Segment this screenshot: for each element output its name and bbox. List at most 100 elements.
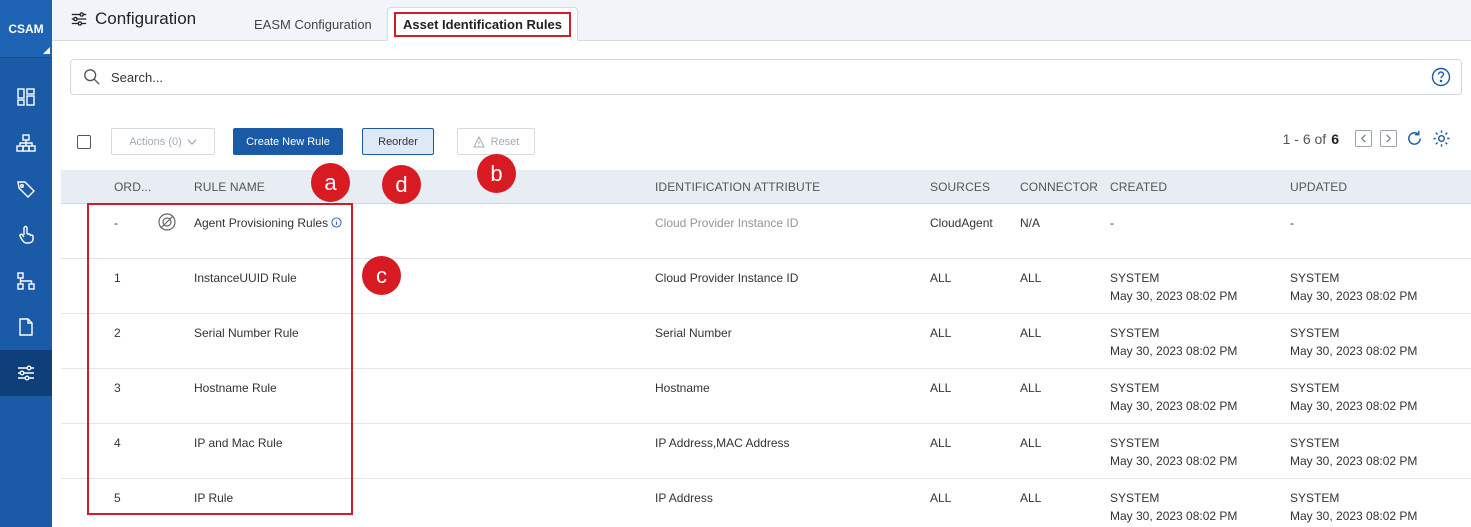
- sidebar-item-documents[interactable]: [0, 304, 52, 350]
- cell-sources: ALL: [930, 326, 952, 340]
- chevron-down-icon: [187, 139, 197, 145]
- main-content: Search... Actions (0) Create New Rule Re…: [52, 41, 1471, 527]
- brand-corner-indicator: [43, 47, 50, 54]
- sidebar-item-configuration[interactable]: [0, 350, 52, 396]
- cell-order: -: [114, 216, 118, 230]
- cell-rule-name[interactable]: Agent Provisioning Rules: [194, 214, 342, 232]
- sidebar-item-tags[interactable]: [0, 166, 52, 212]
- updated-date: May 30, 2023 08:02 PM: [1290, 399, 1418, 413]
- created-date: May 30, 2023 08:02 PM: [1110, 289, 1238, 303]
- rule-name-text: Agent Provisioning Rules: [194, 216, 329, 230]
- created-by: SYSTEM: [1110, 491, 1160, 505]
- page-title-text: Configuration: [95, 9, 197, 28]
- cell-order: 2: [114, 326, 121, 340]
- column-header-connector[interactable]: CONNECTOR: [1020, 180, 1098, 194]
- cell-created: SYSTEM May 30, 2023 08:02 PM: [1110, 269, 1237, 305]
- cell-connector: N/A: [1020, 216, 1041, 230]
- refresh-icon[interactable]: [1405, 129, 1424, 148]
- updated-by: SYSTEM: [1290, 436, 1340, 450]
- pagination: 1 - 6 of 6: [1283, 129, 1451, 148]
- updated-date: May 30, 2023 08:02 PM: [1290, 344, 1418, 358]
- brand-label: CSAM: [8, 21, 44, 36]
- hierarchy-icon: [17, 272, 35, 290]
- cell-updated: SYSTEM May 30, 2023 08:02 PM: [1290, 269, 1417, 305]
- select-all-checkbox[interactable]: [77, 135, 91, 149]
- table-row[interactable]: - Agent Provisioning Rules Cloud Provide…: [61, 204, 1471, 259]
- cell-updated: SYSTEM May 30, 2023 08:02 PM: [1290, 324, 1417, 360]
- help-icon[interactable]: [1431, 67, 1451, 87]
- cell-connector: ALL: [1020, 326, 1042, 340]
- annotation-marker-a: a: [311, 163, 350, 202]
- search-bar[interactable]: Search...: [70, 59, 1462, 95]
- cell-connector: ALL: [1020, 381, 1042, 395]
- cell-created: SYSTEM May 30, 2023 08:02 PM: [1110, 434, 1237, 470]
- cell-created: -: [1110, 214, 1114, 232]
- column-header-order[interactable]: ORD...: [114, 180, 151, 194]
- tab-easm-configuration[interactable]: EASM Configuration: [238, 7, 388, 41]
- table-header: ORD... RULE NAME IDENTIFICATION ATTRIBUT…: [61, 170, 1471, 204]
- column-header-created[interactable]: CREATED: [1110, 180, 1167, 194]
- pager-range: 1 - 6 of: [1282, 130, 1327, 147]
- page-title: Configuration: [70, 9, 196, 29]
- sidebar-item-touch[interactable]: [0, 212, 52, 258]
- cell-order: 3: [114, 381, 121, 395]
- created-date: May 30, 2023 08:02 PM: [1110, 454, 1238, 468]
- table-row[interactable]: 3 Hostname Rule Hostname ALL ALL SYSTEM M…: [61, 369, 1471, 424]
- cell-identification-attribute: Cloud Provider Instance ID: [655, 216, 799, 230]
- touch-icon: [19, 225, 34, 244]
- next-page-button[interactable]: [1380, 130, 1397, 147]
- info-icon[interactable]: [331, 217, 342, 228]
- column-header-updated[interactable]: UPDATED: [1290, 180, 1347, 194]
- table-row[interactable]: 4 IP and Mac Rule IP Address,MAC Address…: [61, 424, 1471, 479]
- assets-icon: [16, 134, 36, 152]
- cell-order: 5: [114, 491, 121, 505]
- actions-dropdown[interactable]: Actions (0): [111, 128, 215, 155]
- previous-page-button[interactable]: [1355, 130, 1372, 147]
- cell-updated: SYSTEM May 30, 2023 08:02 PM: [1290, 379, 1417, 415]
- updated-by: SYSTEM: [1290, 491, 1340, 505]
- column-header-identification-attribute[interactable]: IDENTIFICATION ATTRIBUTE: [655, 180, 820, 194]
- created-by: SYSTEM: [1110, 326, 1160, 340]
- created-by: SYSTEM: [1110, 381, 1160, 395]
- sidebar-item-assets[interactable]: [0, 120, 52, 166]
- tab-asset-identification-rules[interactable]: Asset Identification Rules: [387, 7, 578, 41]
- created-date: May 30, 2023 08:02 PM: [1110, 399, 1238, 413]
- cell-connector: ALL: [1020, 436, 1042, 450]
- table-row[interactable]: 5 IP Rule IP Address ALL ALL SYSTEM May 3…: [61, 479, 1471, 527]
- sliders-icon: [18, 365, 34, 381]
- cell-rule-name[interactable]: Serial Number Rule: [194, 324, 299, 342]
- sidebar-item-hierarchy[interactable]: [0, 258, 52, 304]
- cell-identification-attribute: Serial Number: [655, 326, 732, 340]
- column-header-sources[interactable]: SOURCES: [930, 180, 990, 194]
- reset-button[interactable]: Reset: [457, 128, 535, 155]
- cell-created: SYSTEM May 30, 2023 08:02 PM: [1110, 324, 1237, 360]
- cell-created: SYSTEM May 30, 2023 08:02 PM: [1110, 489, 1237, 525]
- cell-updated: SYSTEM May 30, 2023 08:02 PM: [1290, 434, 1417, 470]
- table-row[interactable]: 1 InstanceUUID Rule Cloud Provider Insta…: [61, 259, 1471, 314]
- document-icon: [19, 318, 33, 336]
- annotation-marker-c: c: [362, 256, 401, 295]
- brand-logo[interactable]: CSAM: [0, 0, 52, 58]
- cell-rule-name[interactable]: Hostname Rule: [194, 379, 277, 397]
- updated-by: SYSTEM: [1290, 271, 1340, 285]
- column-header-rule-name[interactable]: RULE NAME: [194, 180, 265, 194]
- warning-icon: [472, 135, 485, 147]
- gear-icon[interactable]: [1432, 129, 1451, 148]
- sidebar-item-dashboard[interactable]: [0, 74, 52, 120]
- cell-order: 1: [114, 271, 121, 285]
- created-date: May 30, 2023 08:02 PM: [1110, 344, 1238, 358]
- create-new-rule-button[interactable]: Create New Rule: [233, 128, 343, 155]
- search-input[interactable]: Search...: [111, 70, 163, 85]
- tab-label: Asset Identification Rules: [394, 11, 571, 37]
- pager-total: 6: [1331, 130, 1339, 147]
- reorder-button[interactable]: Reorder: [362, 128, 434, 155]
- cell-order: 4: [114, 436, 121, 450]
- cell-rule-name[interactable]: IP Rule: [194, 489, 233, 507]
- sliders-icon: [71, 12, 87, 26]
- created-date: May 30, 2023 08:02 PM: [1110, 509, 1238, 523]
- table-row[interactable]: 2 Serial Number Rule Serial Number ALL A…: [61, 314, 1471, 369]
- cell-identification-attribute: IP Address,MAC Address: [655, 436, 790, 450]
- cell-rule-name[interactable]: IP and Mac Rule: [194, 434, 283, 452]
- cell-rule-name[interactable]: InstanceUUID Rule: [194, 269, 297, 287]
- agent-disabled-icon: [158, 213, 176, 231]
